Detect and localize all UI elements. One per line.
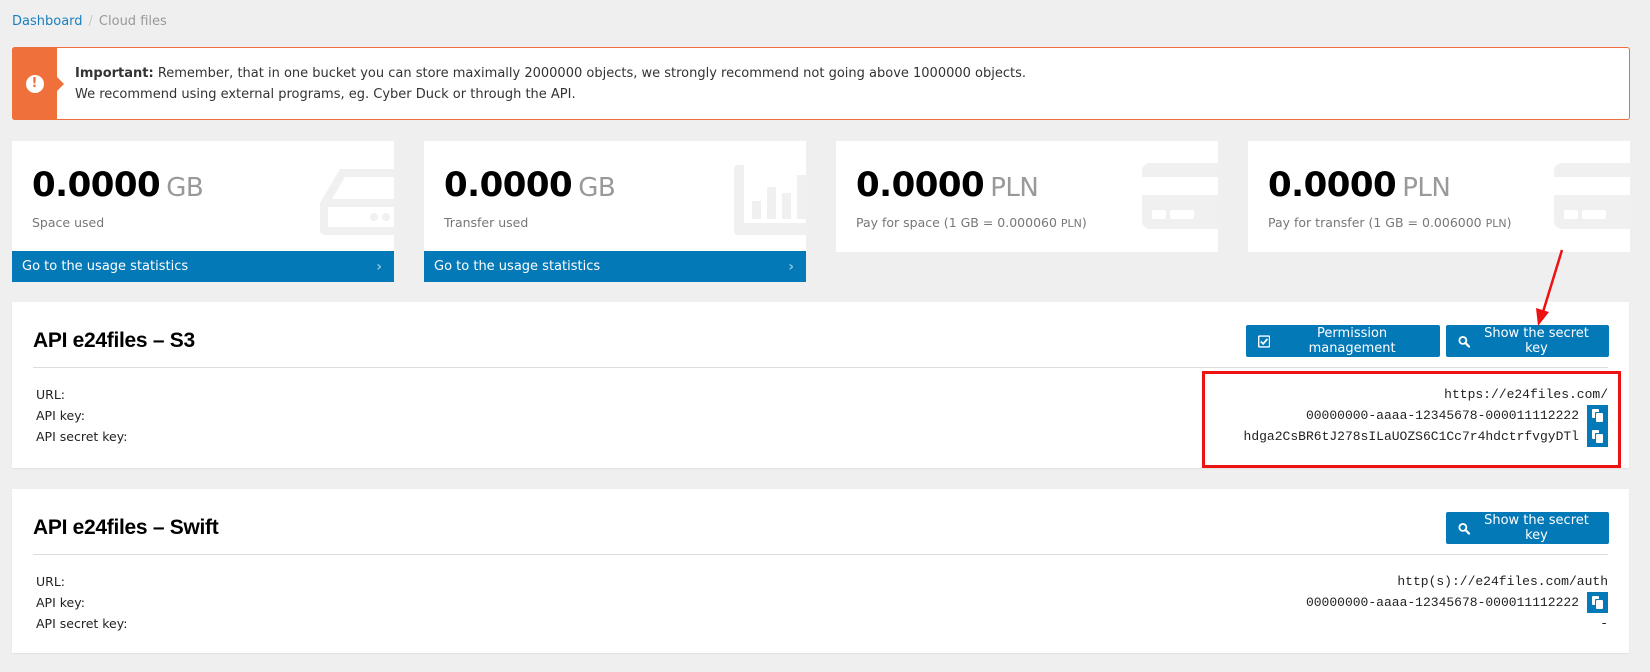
url-value[interactable]: http(s)://e24files.com/auth — [1397, 571, 1608, 592]
search-icon — [1458, 522, 1470, 535]
breadcrumb: Dashboard / Cloud files — [12, 14, 167, 29]
stat-label: Pay for space (1 GB = 0.000060 PLN) — [856, 215, 1087, 230]
usage-statistics-link-transfer[interactable]: Go to the usage statistics › — [424, 251, 806, 282]
divider — [33, 554, 1608, 555]
usage-statistics-link-space[interactable]: Go to the usage statistics › — [12, 251, 394, 282]
stat-unit: GB — [578, 173, 616, 203]
api-key-label: API key: — [36, 595, 85, 610]
alert-line-2: We recommend using external programs, eg… — [75, 86, 576, 102]
stat-card-pay-for-space: 0.0000 PLN Pay for space (1 GB = 0.000060… — [836, 141, 1218, 252]
copy-icon — [1592, 596, 1603, 609]
show-secret-key-label: Show the secret key — [1484, 513, 1589, 543]
stat-unit: PLN — [990, 173, 1039, 203]
checkbox-checked-icon — [1258, 334, 1271, 348]
permission-management-button[interactable]: Permission management — [1246, 325, 1440, 357]
alert-text: Important: Remember, that in one bucket … — [75, 63, 1026, 105]
show-secret-key-button-s3[interactable]: Show the secret key — [1446, 325, 1609, 357]
copy-icon — [1592, 430, 1603, 443]
divider — [33, 367, 1608, 368]
copy-secret-key-button[interactable] — [1587, 426, 1608, 447]
stat-value: 0.0000 GB — [32, 165, 204, 205]
stat-label: Pay for transfer (1 GB = 0.006000 PLN) — [1268, 215, 1512, 230]
api-secret-key-label: API secret key: — [36, 616, 128, 631]
credit-card-icon — [1554, 163, 1630, 229]
breadcrumb-separator: / — [88, 14, 93, 29]
api-key-label: API key: — [36, 408, 85, 423]
url-label: URL: — [36, 574, 66, 589]
api-secret-key-value: - — [1600, 616, 1608, 631]
stat-unit: GB — [166, 173, 204, 203]
api-key-value[interactable]: 00000000-aaaa-12345678-000011112222 — [1306, 592, 1579, 613]
alert-strong: Important: — [75, 65, 154, 81]
exclamation-circle-icon: ! — [25, 74, 44, 93]
alert-icon-strip: ! — [12, 47, 64, 120]
breadcrumb-current: Cloud files — [98, 14, 167, 29]
stat-value: 0.0000 PLN — [1268, 165, 1451, 205]
show-secret-key-button-swift[interactable]: Show the secret key — [1446, 512, 1609, 544]
url-value[interactable]: https://e24files.com/ — [1444, 384, 1608, 405]
api-swift-title: API e24files – Swift — [33, 516, 219, 539]
show-secret-key-label: Show the secret key — [1484, 326, 1589, 356]
important-alert: ! Important: Remember, that in one bucke… — [12, 47, 1630, 120]
api-s3-labels: URL: API key: API secret key: — [36, 384, 127, 447]
copy-api-key-button[interactable] — [1587, 592, 1608, 613]
stat-card-pay-for-transfer: 0.0000 PLN Pay for transfer (1 GB = 0.006… — [1248, 141, 1630, 252]
chevron-right-icon: › — [376, 258, 382, 275]
api-s3-values: https://e24files.com/ 00000000-aaaa-1234… — [1244, 384, 1608, 447]
api-swift-panel: API e24files – Swift Show the secret key… — [12, 489, 1629, 653]
api-swift-labels: URL: API key: API secret key: — [36, 571, 127, 634]
api-secret-key-label: API secret key: — [36, 429, 128, 444]
api-key-value[interactable]: 00000000-aaaa-12345678-000011112222 — [1306, 405, 1579, 426]
stat-label: Space used — [32, 215, 105, 230]
breadcrumb-dashboard-link[interactable]: Dashboard — [12, 14, 83, 29]
stat-label: Transfer used — [444, 215, 529, 230]
chevron-right-icon: › — [788, 258, 794, 275]
api-s3-title: API e24files – S3 — [33, 329, 195, 352]
stat-value: 0.0000 GB — [444, 165, 616, 205]
api-s3-panel: API e24files – S3 Permission management … — [12, 302, 1629, 468]
api-swift-values: http(s)://e24files.com/auth 00000000-aaa… — [1306, 571, 1608, 634]
copy-api-key-button[interactable] — [1587, 405, 1608, 426]
copy-icon — [1592, 409, 1603, 422]
stat-card-transfer-used: 0.0000 GB Transfer used — [424, 141, 806, 252]
usage-statistics-label: Go to the usage statistics — [434, 259, 601, 274]
stat-card-space-used: 0.0000 GB Space used — [12, 141, 394, 252]
alert-line-1: Remember, that in one bucket you can sto… — [153, 65, 1027, 81]
permission-management-label: Permission management — [1308, 326, 1396, 356]
stat-value: 0.0000 PLN — [856, 165, 1039, 205]
bar-chart-icon — [734, 165, 806, 235]
stat-unit: PLN — [1402, 173, 1451, 203]
hard-drive-icon — [320, 169, 394, 235]
usage-statistics-label: Go to the usage statistics — [22, 259, 189, 274]
url-label: URL: — [36, 387, 66, 402]
search-icon — [1458, 335, 1470, 348]
credit-card-icon — [1142, 163, 1218, 229]
api-secret-key-value[interactable]: hdga2CsBR6tJ278sILaUOZS6C1Cc7r4hdctrfvgy… — [1244, 426, 1579, 447]
